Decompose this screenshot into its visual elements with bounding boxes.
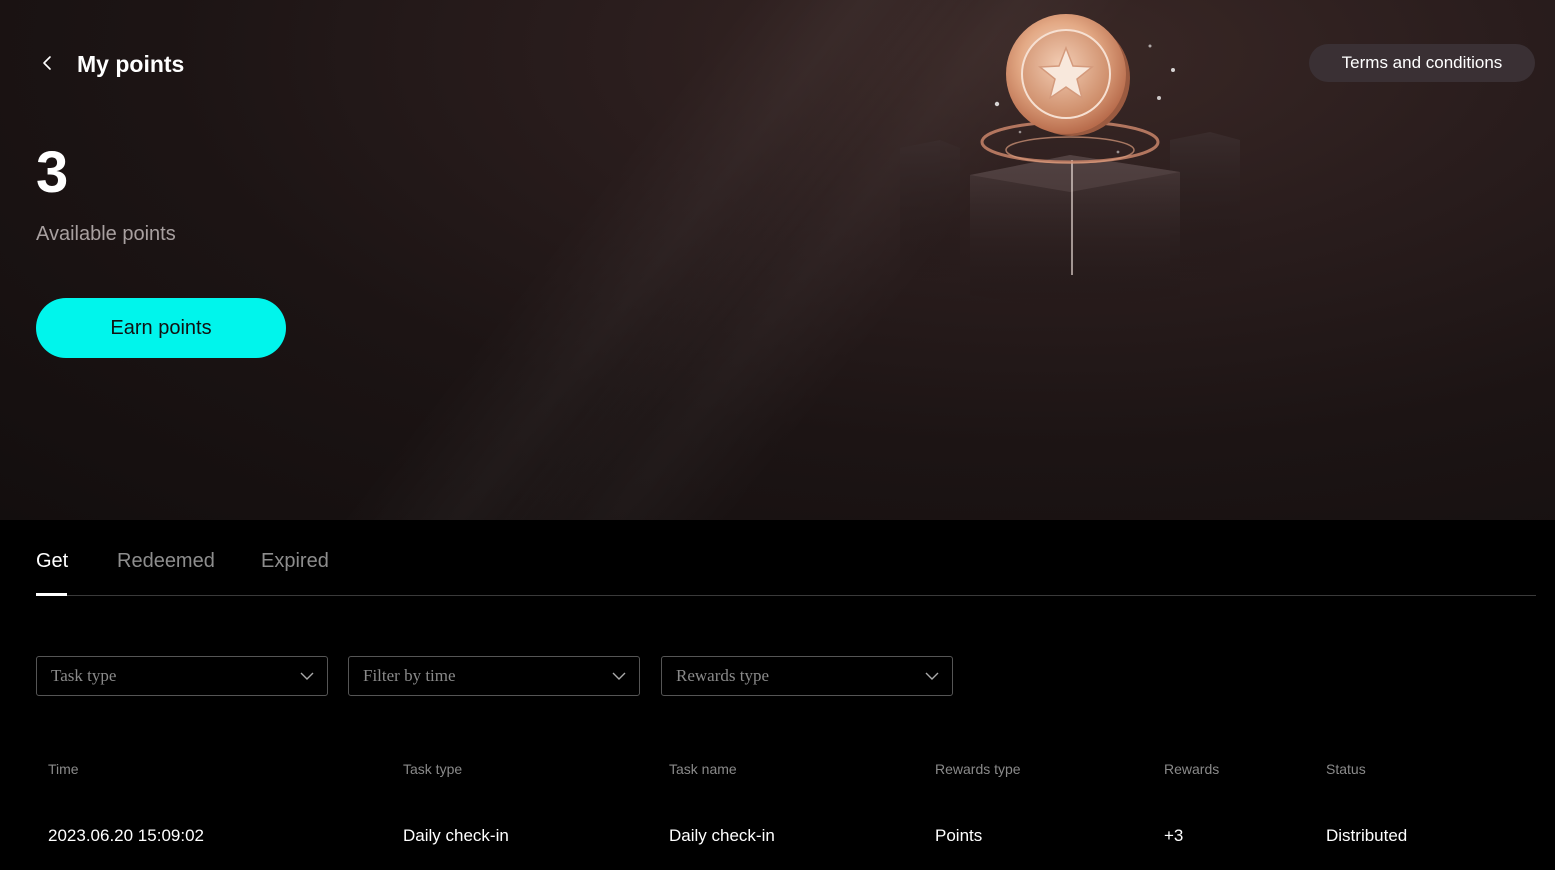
filter-by-time-placeholder: Filter by time bbox=[363, 666, 456, 685]
cell-task-name: Daily check-in bbox=[669, 826, 775, 845]
column-header-rewards: Rewards bbox=[1164, 761, 1220, 777]
column-header-status: Status bbox=[1326, 761, 1366, 777]
points-tabs: Get Redeemed Expired bbox=[36, 540, 1536, 596]
tab-get[interactable]: Get bbox=[36, 547, 68, 575]
cell-task-type: Daily check-in bbox=[403, 826, 509, 845]
coin-gift-box-illustration bbox=[900, 14, 1240, 310]
filter-by-time-select[interactable]: Filter by time bbox=[348, 656, 640, 696]
available-points-value: 3 bbox=[36, 140, 69, 205]
chevron-down-icon bbox=[300, 672, 314, 680]
cell-time: 2023.06.20 15:09:02 bbox=[48, 826, 204, 845]
terms-and-conditions-button[interactable]: Terms and conditions bbox=[1309, 44, 1535, 82]
chevron-left-icon bbox=[43, 56, 51, 70]
task-type-placeholder: Task type bbox=[51, 666, 117, 685]
task-type-select[interactable]: Task type bbox=[36, 656, 328, 696]
hero-banner: My points Terms and conditions 3 Availab… bbox=[0, 0, 1555, 520]
cell-rewards: +3 bbox=[1164, 826, 1184, 845]
chevron-down-icon bbox=[925, 672, 939, 680]
column-header-rewards-type: Rewards type bbox=[935, 761, 1021, 777]
rewards-type-placeholder: Rewards type bbox=[676, 666, 770, 685]
rewards-type-select[interactable]: Rewards type bbox=[661, 656, 953, 696]
column-header-task-type: Task type bbox=[403, 761, 463, 777]
earn-points-button[interactable]: Earn points bbox=[36, 298, 286, 358]
tab-redeemed[interactable]: Redeemed bbox=[117, 547, 215, 575]
chevron-down-icon bbox=[612, 672, 626, 680]
available-points-label: Available points bbox=[36, 223, 176, 245]
active-tab-indicator bbox=[36, 593, 67, 596]
cell-status: Distributed bbox=[1326, 826, 1408, 845]
cell-rewards-type: Points bbox=[935, 826, 983, 845]
page-title: My points bbox=[77, 51, 185, 77]
tab-expired[interactable]: Expired bbox=[261, 547, 329, 575]
column-header-task-name: Task name bbox=[669, 761, 737, 777]
column-header-time: Time bbox=[48, 761, 79, 777]
back-button[interactable] bbox=[36, 52, 58, 74]
